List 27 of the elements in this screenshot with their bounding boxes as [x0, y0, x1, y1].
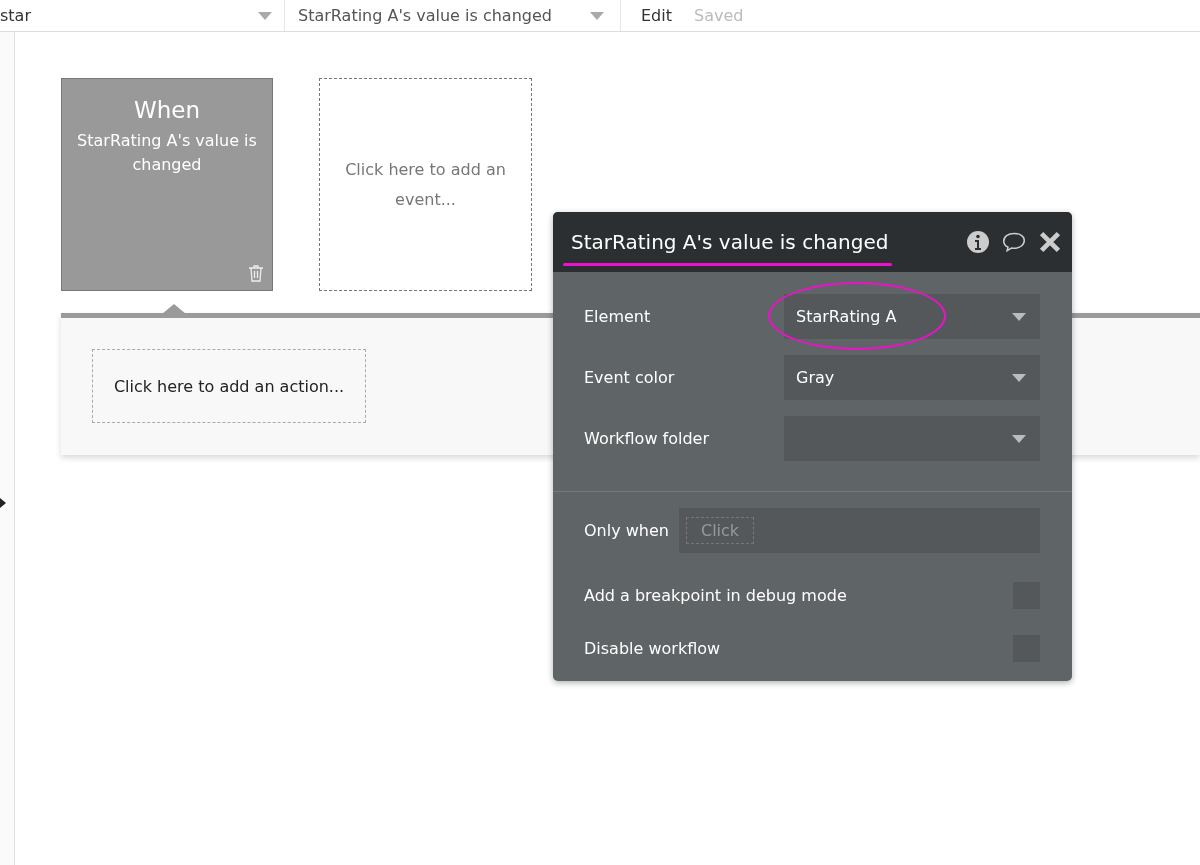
save-status: Saved: [694, 6, 744, 25]
caret-icon: [1012, 373, 1026, 382]
field-label: Only when: [584, 521, 669, 540]
field-label: Event color: [584, 368, 675, 387]
popup-title: StarRating A's value is changed: [571, 230, 889, 254]
field-label: Element: [584, 307, 651, 326]
expand-arrow-icon[interactable]: [0, 498, 6, 508]
caret-icon: [1012, 434, 1026, 443]
event-description: StarRating A's value is changed: [76, 130, 258, 176]
caret-icon: [258, 11, 272, 20]
select-field[interactable]: Gray: [784, 355, 1040, 400]
select-field[interactable]: StarRating A: [784, 294, 1040, 339]
caret-icon: [1012, 312, 1026, 321]
add-action-button[interactable]: Click here to add an action...: [92, 349, 366, 423]
caret-icon: [590, 11, 604, 20]
page-dropdown[interactable]: star: [0, 0, 285, 31]
add-event-button[interactable]: Click here to add an event...: [319, 78, 532, 291]
comment-icon[interactable]: [1002, 230, 1026, 254]
edit-link[interactable]: Edit: [641, 6, 672, 25]
event-dropdown[interactable]: StarRating A's value is changed: [285, 0, 621, 31]
option-label: Disable workflow: [584, 639, 721, 658]
option-label: Add a breakpoint in debug mode: [584, 586, 847, 605]
select-field[interactable]: [784, 416, 1040, 461]
field-label: Workflow folder: [584, 429, 709, 448]
close-icon[interactable]: [1038, 230, 1062, 254]
info-icon[interactable]: [966, 230, 990, 254]
event-heading: When: [132, 97, 201, 123]
